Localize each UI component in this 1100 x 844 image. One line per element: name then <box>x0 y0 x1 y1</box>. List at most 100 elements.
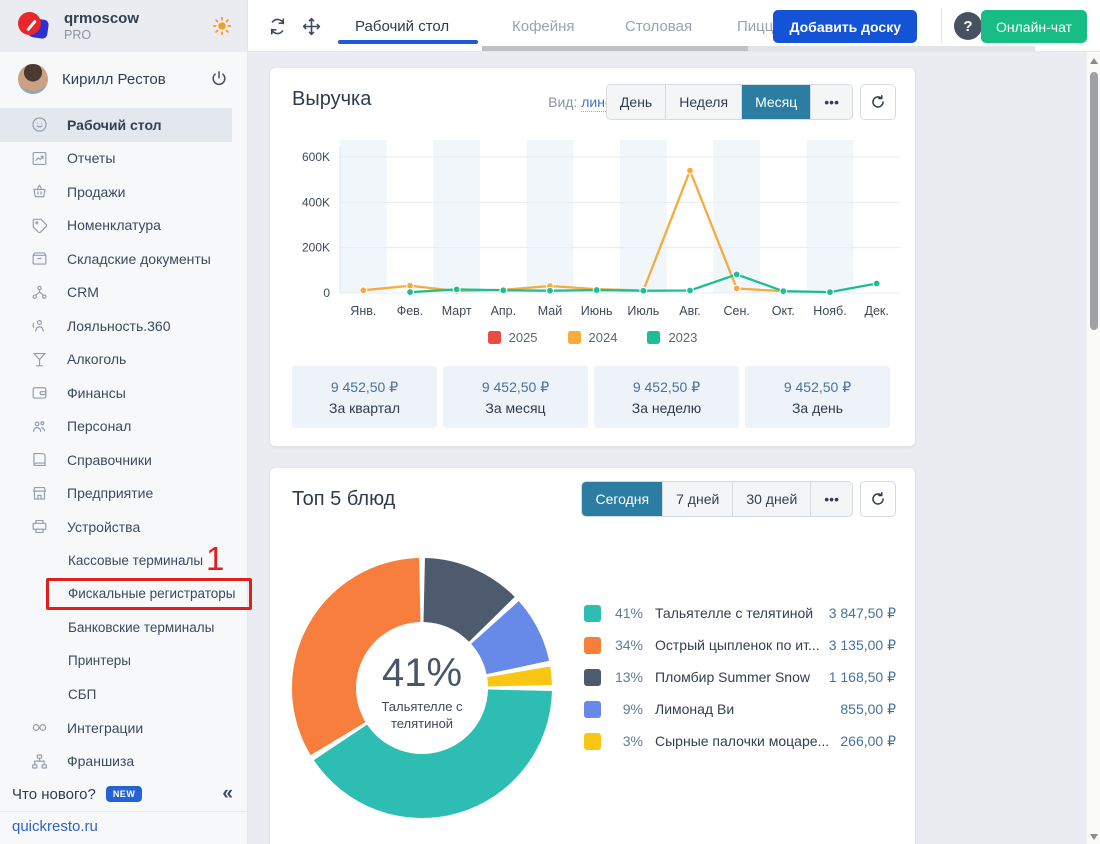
sidebar-subitem[interactable]: Принтеры <box>0 644 247 678</box>
sidebar-item-label: Отчеты <box>67 150 115 166</box>
move-icon[interactable] <box>301 16 322 37</box>
sidebar-item-crm[interactable]: CRM <box>0 276 247 310</box>
legend-swatch <box>488 331 501 344</box>
revenue-line-chart: 0200K400K600KЯнв.Фев.МартАпр.МайИюньИюль… <box>280 132 900 347</box>
top5-legend-row[interactable]: 13%Пломбир Summer Snow1 168,50 ₽ <box>584 661 896 693</box>
sidebar-item-franchise[interactable]: Франшиза <box>0 745 247 779</box>
people-icon <box>30 417 49 436</box>
quickresto-link[interactable]: quickresto.ru <box>12 818 98 835</box>
svg-text:Фев.: Фев. <box>397 304 424 318</box>
sidebar-item-stock-docs[interactable]: Складские документы <box>0 242 247 276</box>
tab-board-2[interactable]: Кофейня <box>512 0 575 52</box>
sidebar-item-devices[interactable]: Устройства <box>0 510 247 544</box>
sidebar-item-staff[interactable]: Персонал <box>0 410 247 444</box>
sidebar-item-enterprise[interactable]: Предприятие <box>0 477 247 511</box>
stat-value: 9 452,50 ₽ <box>633 379 700 396</box>
whats-new-row[interactable]: Что нового? NEW « <box>0 779 233 809</box>
tab-board-3[interactable]: Столовая <box>625 0 692 52</box>
top5-more-button[interactable]: ••• <box>810 482 852 516</box>
sidebar-item-label: Алкоголь <box>67 351 126 367</box>
brand-header: qrmoscow PRO <box>0 0 247 52</box>
tabs-scrollbar-thumb[interactable] <box>482 46 748 51</box>
dish-amount: 3 135,00 ₽ <box>829 637 896 654</box>
top5-period-button[interactable]: 30 дней <box>732 482 810 516</box>
tab-board-1[interactable]: Рабочий стол <box>355 0 449 52</box>
legend-swatch <box>584 669 601 686</box>
topbar: Рабочий столКофейняСтоловаяПиццерия Доба… <box>248 0 1100 52</box>
online-chat-button[interactable]: Онлайн-чат <box>981 10 1087 43</box>
sidebar-item-sales[interactable]: Продажи <box>0 175 247 209</box>
tabs-scrollbar-track[interactable] <box>482 46 1035 51</box>
revenue-period-button[interactable]: Месяц <box>741 85 810 119</box>
revenue-stat-box: 9 452,50 ₽За месяц <box>443 366 588 428</box>
sidebar-item-reports[interactable]: Отчеты <box>0 142 247 176</box>
revenue-period-button[interactable]: День <box>607 85 665 119</box>
sync-icon[interactable] <box>267 16 288 37</box>
account-row[interactable]: Кирилл Рестов <box>0 52 247 106</box>
svg-text:400K: 400K <box>302 195 330 209</box>
scroll-up-arrow-icon[interactable] <box>1090 58 1098 64</box>
sidebar-subitem[interactable]: Банковские терминалы <box>0 611 247 645</box>
collapse-sidebar-icon[interactable]: « <box>222 783 233 805</box>
vertical-scrollbar-thumb[interactable] <box>1090 72 1098 330</box>
whats-new-label: Что нового? <box>12 786 96 803</box>
wallet-icon <box>30 383 49 402</box>
sidebar-subitem[interactable]: СБП <box>0 678 247 712</box>
sidebar-item-label: CRM <box>67 284 99 300</box>
stat-label: За день <box>792 400 843 416</box>
revenue-refresh-button[interactable] <box>860 84 896 120</box>
legend-item-2023[interactable]: 2023 <box>647 330 697 345</box>
board-tabs: Рабочий столКофейняСтоловаяПиццерия <box>330 0 785 52</box>
top5-period-button[interactable]: Сегодня <box>582 482 662 516</box>
legend-swatch <box>584 733 601 750</box>
top5-legend-row[interactable]: 9%Лимонад Ви855,00 ₽ <box>584 693 896 725</box>
app-window: qrmoscow PRO Кирилл Рестов Рабочий стол О… <box>0 0 1100 844</box>
sidebar-item-loyalty[interactable]: Лояльность.360 <box>0 309 247 343</box>
top5-period-button[interactable]: 7 дней <box>662 482 732 516</box>
help-button[interactable]: ? <box>954 12 982 40</box>
revenue-period-button[interactable]: Неделя <box>665 85 741 119</box>
revenue-stat-box: 9 452,50 ₽За квартал <box>292 366 437 428</box>
sidebar-item-nomenclature[interactable]: Номенклатура <box>0 209 247 243</box>
sidebar-subitem[interactable]: Фискальные регистраторы <box>0 577 247 611</box>
sidebar-item-integrations[interactable]: Интеграции <box>0 711 247 745</box>
top5-legend-row[interactable]: 41%Тальятелле с телятиной3 847,50 ₽ <box>584 597 896 629</box>
legend-item-2025[interactable]: 2025 <box>488 330 538 345</box>
revenue-stats-row: 9 452,50 ₽За квартал9 452,50 ₽За месяц 9 … <box>292 366 890 428</box>
top5-refresh-button[interactable] <box>860 481 896 517</box>
legend-swatch <box>647 331 660 344</box>
stat-value: 9 452,50 ₽ <box>784 379 851 396</box>
sidebar-item-directories[interactable]: Справочники <box>0 443 247 477</box>
svg-text:600K: 600K <box>302 150 330 164</box>
vertical-scrollbar[interactable] <box>1086 52 1100 844</box>
sidebar-item-label: Лояльность.360 <box>67 318 171 334</box>
svg-text:Июнь: Июнь <box>581 304 613 318</box>
revenue-more-button[interactable]: ••• <box>810 85 852 119</box>
basket-icon <box>30 182 49 201</box>
sidebar-item-label: Персонал <box>67 418 131 434</box>
theme-sun-icon[interactable] <box>211 15 233 37</box>
dish-percent: 3% <box>601 733 643 749</box>
dish-amount: 266,00 ₽ <box>840 733 896 750</box>
sidebar-item-label: Франшиза <box>67 753 134 769</box>
sidebar-item-dashboard[interactable]: Рабочий стол <box>0 108 232 142</box>
logout-power-icon[interactable] <box>209 69 229 89</box>
scroll-down-arrow-icon[interactable] <box>1090 834 1098 840</box>
top5-legend-row[interactable]: 3% Сырные палочки моцаре... 266,00 ₽ <box>584 725 896 757</box>
org-icon <box>30 283 49 302</box>
sidebar-item-finance[interactable]: Финансы <box>0 376 247 410</box>
top5-legend-row[interactable]: 34%Острый цыпленок по ит...3 135,00 ₽ <box>584 629 896 661</box>
add-board-button[interactable]: Добавить доску <box>773 10 917 43</box>
dish-percent: 9% <box>601 701 643 717</box>
top5-legend: 41%Тальятелле с телятиной3 847,50 ₽34%Ос… <box>584 597 896 757</box>
network-icon <box>30 752 49 771</box>
dish-name: Сырные палочки моцаре... <box>655 733 832 749</box>
donut-slice[interactable] <box>292 558 420 755</box>
printer-icon <box>30 517 49 536</box>
infinity-icon <box>30 718 49 737</box>
legend-item-2024[interactable]: 2024 <box>568 330 618 345</box>
cocktail-icon <box>30 350 49 369</box>
sidebar-item-label: Финансы <box>67 385 126 401</box>
legend-swatch <box>584 701 601 718</box>
sidebar-item-alcohol[interactable]: Алкоголь <box>0 343 247 377</box>
